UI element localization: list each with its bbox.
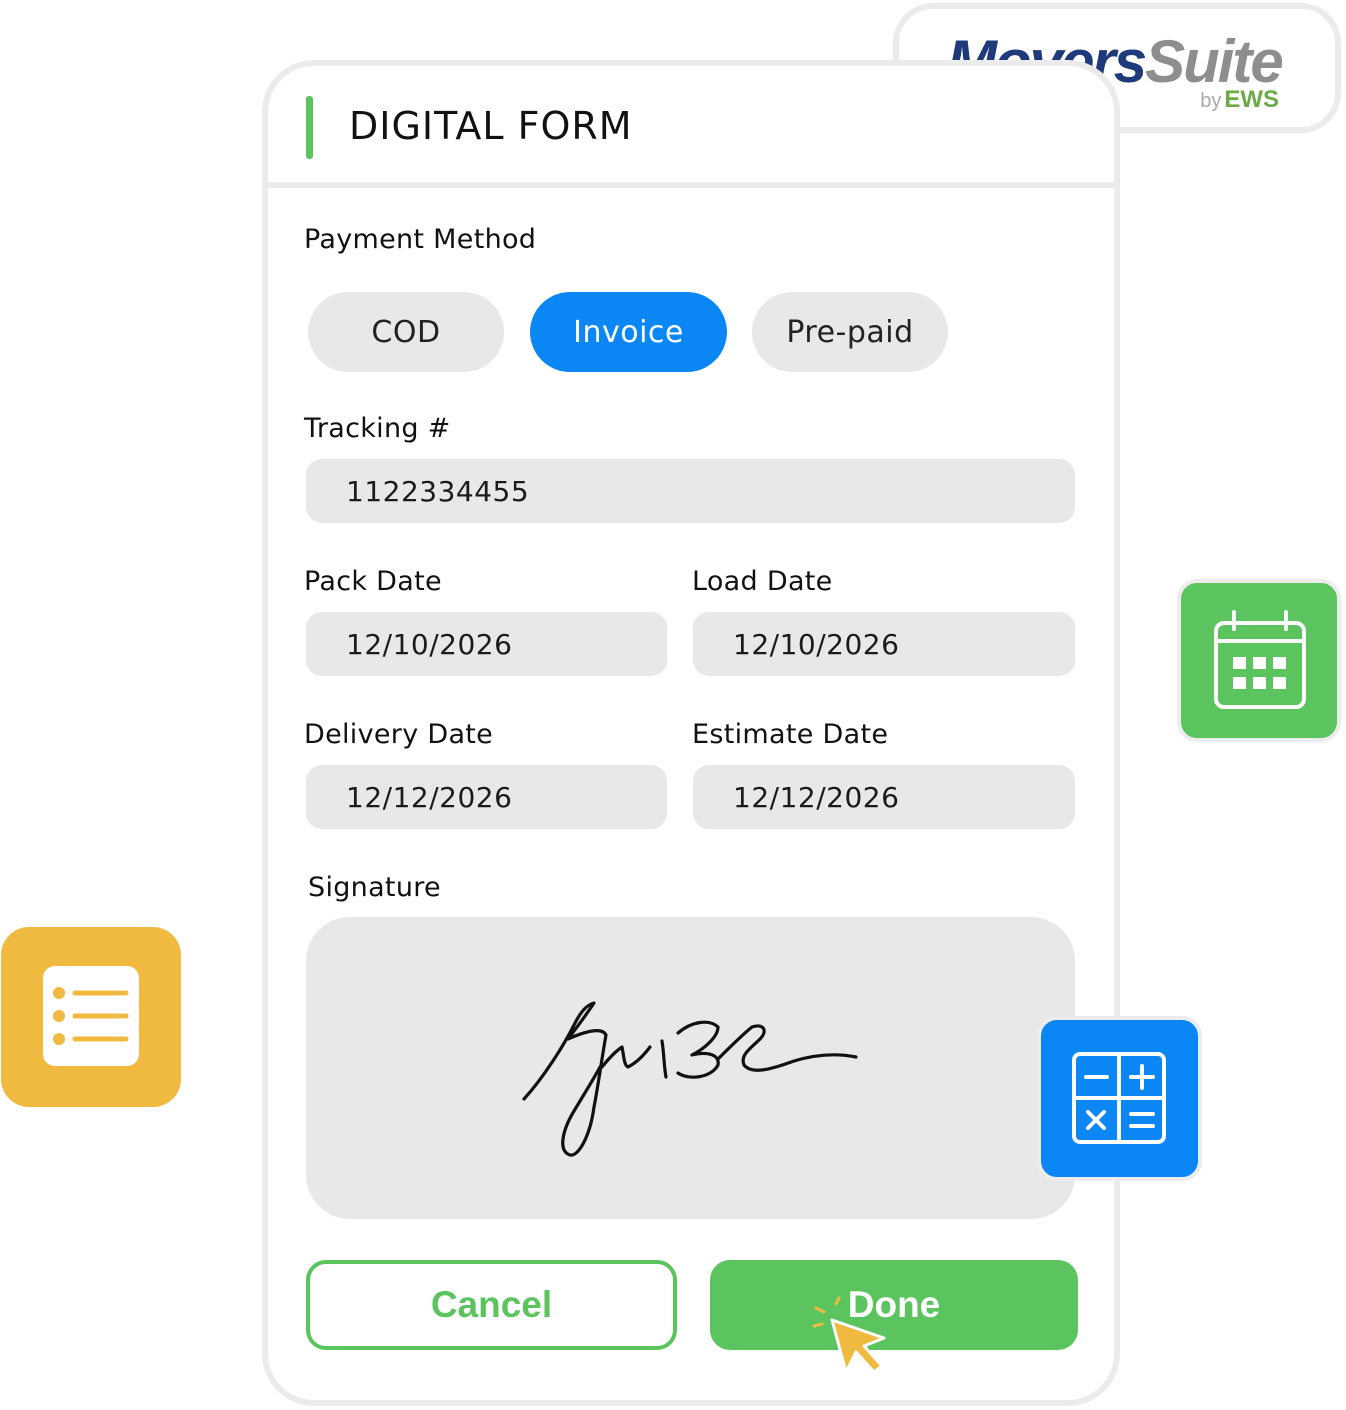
pack-date-label: Pack Date [304, 566, 442, 597]
header-divider [268, 182, 1114, 188]
calendar-tile[interactable] [1177, 579, 1341, 742]
form-header: DIGITAL FORM [268, 66, 1114, 184]
logo-ews-text: EWS [1224, 86, 1279, 113]
form-title: DIGITAL FORM [349, 104, 633, 148]
signature-label: Signature [308, 872, 441, 903]
estimate-date-label: Estimate Date [692, 719, 889, 750]
delivery-date-label: Delivery Date [304, 719, 494, 750]
pack-date-input[interactable]: 12/10/2026 [306, 612, 667, 676]
signature-stroke [522, 1001, 858, 1157]
payment-option-prepaid[interactable]: Pre-paid [752, 292, 948, 372]
load-date-label: Load Date [692, 566, 833, 597]
calculator-tile[interactable] [1037, 1016, 1202, 1181]
logo-by-text: by [1200, 90, 1222, 112]
tracking-input[interactable]: 1122334455 [306, 459, 1075, 523]
payment-method-label: Payment Method [304, 224, 537, 255]
payment-option-cod[interactable]: COD [308, 292, 504, 372]
calendar-icon [1214, 610, 1306, 709]
header-accent-bar [306, 96, 313, 159]
estimate-date-input[interactable]: 12/12/2026 [693, 765, 1075, 829]
load-date-input[interactable]: 12/10/2026 [693, 612, 1075, 676]
cursor-arrow-icon [812, 1296, 886, 1374]
cancel-button[interactable]: Cancel [306, 1260, 677, 1350]
tracking-label: Tracking # [304, 413, 451, 444]
delivery-date-input[interactable]: 12/12/2026 [306, 765, 667, 829]
logo-byline: by EWS [1200, 86, 1279, 114]
calculator-icon [1072, 1052, 1166, 1144]
list-tile[interactable] [1, 927, 181, 1107]
payment-option-invoice[interactable]: Invoice [530, 292, 727, 372]
digital-form-card: DIGITAL FORM Payment Method COD Invoice … [262, 60, 1120, 1406]
signature-pad[interactable] [306, 917, 1075, 1219]
logo-suite-text: Suite [1145, 28, 1284, 95]
list-icon [43, 966, 139, 1066]
